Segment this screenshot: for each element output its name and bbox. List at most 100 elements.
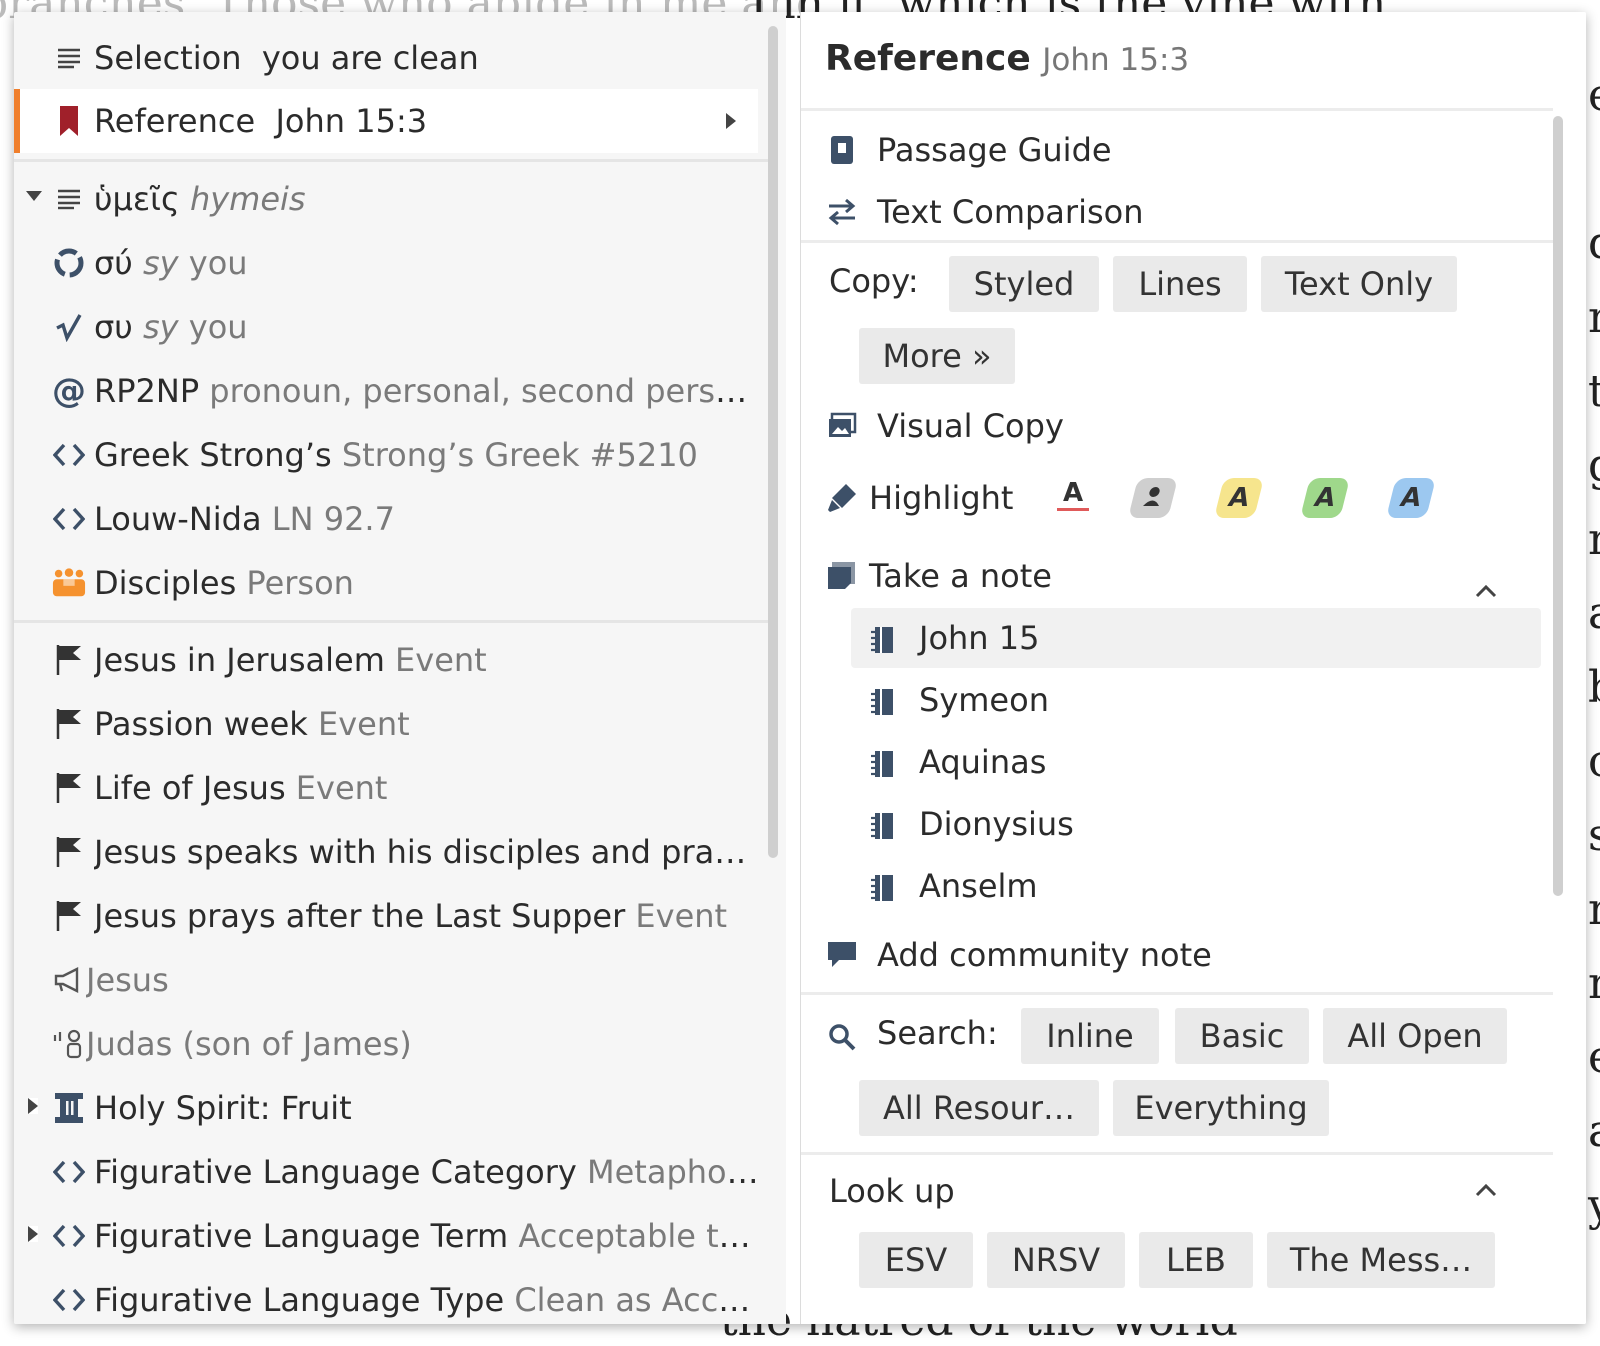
fig-category-label: Figurative Language Category: [94, 1153, 577, 1191]
divider: [801, 240, 1553, 243]
selection-accent-bar: [14, 89, 20, 153]
community-note-item[interactable]: Add community note: [801, 924, 1561, 986]
fig-term-value: Acceptable to…: [518, 1217, 764, 1255]
notebook-item[interactable]: Anselm: [851, 856, 1541, 916]
pillar-icon: [52, 1091, 86, 1125]
chevron-up-icon[interactable]: [1475, 568, 1497, 606]
background-letter: n: [1588, 514, 1600, 565]
background-letter: e: [1588, 70, 1600, 121]
person-icon: [1140, 483, 1165, 513]
search-label: Search:: [877, 1014, 998, 1052]
search-everything-button[interactable]: Everything: [1113, 1080, 1329, 1136]
background-letter: b: [1588, 662, 1600, 713]
highlight-swatch-underline[interactable]: A: [1057, 478, 1089, 511]
event-type: Event: [317, 705, 410, 743]
menu-item-disciples[interactable]: Disciples Person: [14, 551, 774, 615]
menu-item-reference[interactable]: Reference John 15:3: [14, 89, 758, 153]
notebook-icon: [871, 872, 895, 910]
event-label: Life of Jesus: [94, 769, 286, 807]
left-scrollbar[interactable]: [768, 26, 778, 858]
disciples-label: Disciples: [94, 564, 237, 602]
search-all-open-button[interactable]: All Open: [1323, 1008, 1507, 1064]
text-comparison-item[interactable]: Text Comparison: [801, 182, 1561, 242]
notebook-item[interactable]: Aquinas: [851, 732, 1541, 792]
passage-guide-item[interactable]: Passage Guide: [801, 120, 1561, 180]
passage-guide-label: Passage Guide: [877, 131, 1112, 169]
copy-text-only-button[interactable]: Text Only: [1261, 256, 1457, 312]
panel-title: Reference John 15:3: [825, 38, 1189, 79]
notebook-label: Aquinas: [919, 743, 1047, 781]
visual-copy-item[interactable]: Visual Copy: [801, 396, 1561, 456]
collapse-triangle-icon[interactable]: [28, 1226, 38, 1242]
event-type: Event: [635, 897, 728, 935]
lemma-label: σύ: [94, 244, 133, 282]
collapse-triangle-icon[interactable]: [28, 1098, 38, 1114]
lookup-nrsv-button[interactable]: NRSV: [987, 1232, 1125, 1288]
menu-item-holy-spirit[interactable]: Holy Spirit: Fruit: [14, 1076, 774, 1140]
take-note-item[interactable]: Take a note: [801, 546, 1561, 606]
notebook-item[interactable]: John 15: [851, 608, 1541, 668]
word-translit: hymeis: [189, 180, 306, 218]
menu-item-morphology[interactable]: @ RP2NP pronoun, personal, second person…: [14, 359, 774, 423]
notebook-label: Symeon: [919, 681, 1049, 719]
menu-item-louw-nida[interactable]: Louw-Nida LN 92.7: [14, 487, 774, 551]
menu-item-figurative-type[interactable]: Figurative Language Type Clean as Accept…: [14, 1268, 774, 1324]
megaphone-icon: [52, 963, 86, 997]
search-all-resources-button[interactable]: All Resour…: [859, 1080, 1099, 1136]
note-icon: [825, 559, 859, 593]
menu-item-event[interactable]: Life of Jesus Event: [14, 756, 774, 820]
copy-lines-button[interactable]: Lines: [1113, 256, 1247, 312]
word-label: ὑμεῖς: [94, 180, 180, 218]
right-scrollbar[interactable]: [1553, 116, 1563, 896]
chevron-up-icon[interactable]: [1475, 1182, 1497, 1201]
root-gloss: you: [188, 308, 248, 346]
menu-item-figurative-term[interactable]: Figurative Language Term Acceptable to…: [14, 1204, 774, 1268]
expand-triangle-icon[interactable]: [26, 191, 42, 201]
menu-item-event[interactable]: Jesus speaks with his disciples and pray…: [14, 820, 774, 884]
code-icon: [52, 1219, 86, 1253]
passage-guide-icon: [825, 133, 859, 167]
notebook-item[interactable]: Dionysius: [851, 794, 1541, 854]
divider: [801, 1152, 1553, 1155]
event-label: Passion week: [94, 705, 308, 743]
panel-title-reference: John 15:3: [1042, 42, 1190, 78]
selection-text: you are clean: [261, 39, 479, 77]
notebook-icon: [871, 748, 895, 786]
menu-item-speaker[interactable]: Jesus: [14, 948, 774, 1012]
menu-item-lemma[interactable]: σύ sy you: [14, 231, 774, 295]
morph-desc: pronoun, personal, second person…: [209, 372, 764, 410]
menu-item-figurative-category[interactable]: Figurative Language Category Metaphor,…: [14, 1140, 774, 1204]
search-inline-button[interactable]: Inline: [1021, 1008, 1159, 1064]
background-letter: n: [1588, 958, 1600, 1009]
event-type: Event: [295, 769, 388, 807]
image-icon: [825, 409, 859, 443]
louw-nida-label: Louw-Nida: [94, 500, 262, 538]
code-icon: [52, 1283, 86, 1317]
word-group-hymeis[interactable]: ὑμεῖς hymeis: [14, 167, 774, 231]
copy-styled-button[interactable]: Styled: [949, 256, 1099, 312]
menu-item-event[interactable]: Jesus in Jerusalem Event: [14, 628, 774, 692]
search-basic-button[interactable]: Basic: [1175, 1008, 1309, 1064]
menu-item-addressee[interactable]: Judas (son of James): [14, 1012, 774, 1076]
menu-item-strongs[interactable]: Greek Strong’s Strong’s Greek #5210: [14, 423, 774, 487]
lookup-esv-button[interactable]: ESV: [859, 1232, 973, 1288]
lines-icon: [52, 182, 86, 216]
copy-more-button[interactable]: More »: [859, 328, 1015, 384]
menu-item-selection[interactable]: Selection you are clean: [14, 26, 774, 90]
fig-type-label: Figurative Language Type: [94, 1281, 505, 1319]
menu-item-event[interactable]: Passion week Event: [14, 692, 774, 756]
lookup-leb-button[interactable]: LEB: [1139, 1232, 1253, 1288]
event-label: Jesus prays after the Last Supper: [94, 897, 626, 935]
left-panel: Selection you are clean Reference John 1…: [14, 12, 786, 1324]
notebook-item[interactable]: Symeon: [851, 670, 1541, 730]
highlight-item[interactable]: Highlight: [801, 468, 1561, 528]
reference-value: John 15:3: [275, 102, 428, 140]
menu-item-root[interactable]: συ sy you: [14, 295, 774, 359]
lemma-gloss: you: [188, 244, 248, 282]
notebook-label: Anselm: [919, 867, 1038, 905]
fig-term-label: Figurative Language Term: [94, 1217, 509, 1255]
lookup-message-button[interactable]: The Mess…: [1267, 1232, 1495, 1288]
background-letter: c: [1588, 736, 1600, 787]
menu-item-event[interactable]: Jesus prays after the Last Supper Event: [14, 884, 774, 948]
notebook-label: John 15: [919, 619, 1040, 657]
